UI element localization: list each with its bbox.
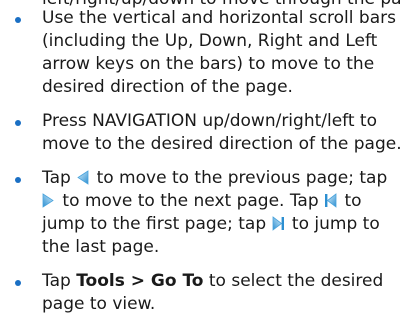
next-page-icon xyxy=(42,193,54,208)
bullet xyxy=(15,177,21,183)
text-segment: Tap xyxy=(42,168,77,188)
bullet xyxy=(15,120,21,126)
menu-path: Tools > Go To xyxy=(76,271,204,291)
bullet xyxy=(15,280,21,286)
last-page-icon xyxy=(272,216,284,231)
list-item: Use the vertical and horizontal scroll b… xyxy=(0,7,406,99)
previous-page-icon xyxy=(77,170,89,185)
list-item: Tap Tools > Go To to select the desired … xyxy=(0,270,406,316)
item-text: Press NAVIGATION up/down/right/left to m… xyxy=(42,111,402,154)
item-text: Tap Tools > Go To to select the desired … xyxy=(42,271,383,314)
list-item: Tap to move to the previous page; tap to… xyxy=(0,167,406,259)
text-segment: Tap xyxy=(42,271,77,291)
bullet xyxy=(15,17,21,23)
item-text: Tap to move to the previous page; tap to… xyxy=(42,168,387,257)
first-page-icon xyxy=(325,193,337,208)
list-item: Press NAVIGATION up/down/right/left to m… xyxy=(0,110,406,156)
text-segment: to move to the next page. Tap xyxy=(57,191,325,211)
text-segment: to move to the previous page; tap xyxy=(91,168,388,188)
item-text: Use the vertical and horizontal scroll b… xyxy=(42,8,396,97)
instruction-list: Use the vertical and horizontal scroll b… xyxy=(0,7,406,316)
